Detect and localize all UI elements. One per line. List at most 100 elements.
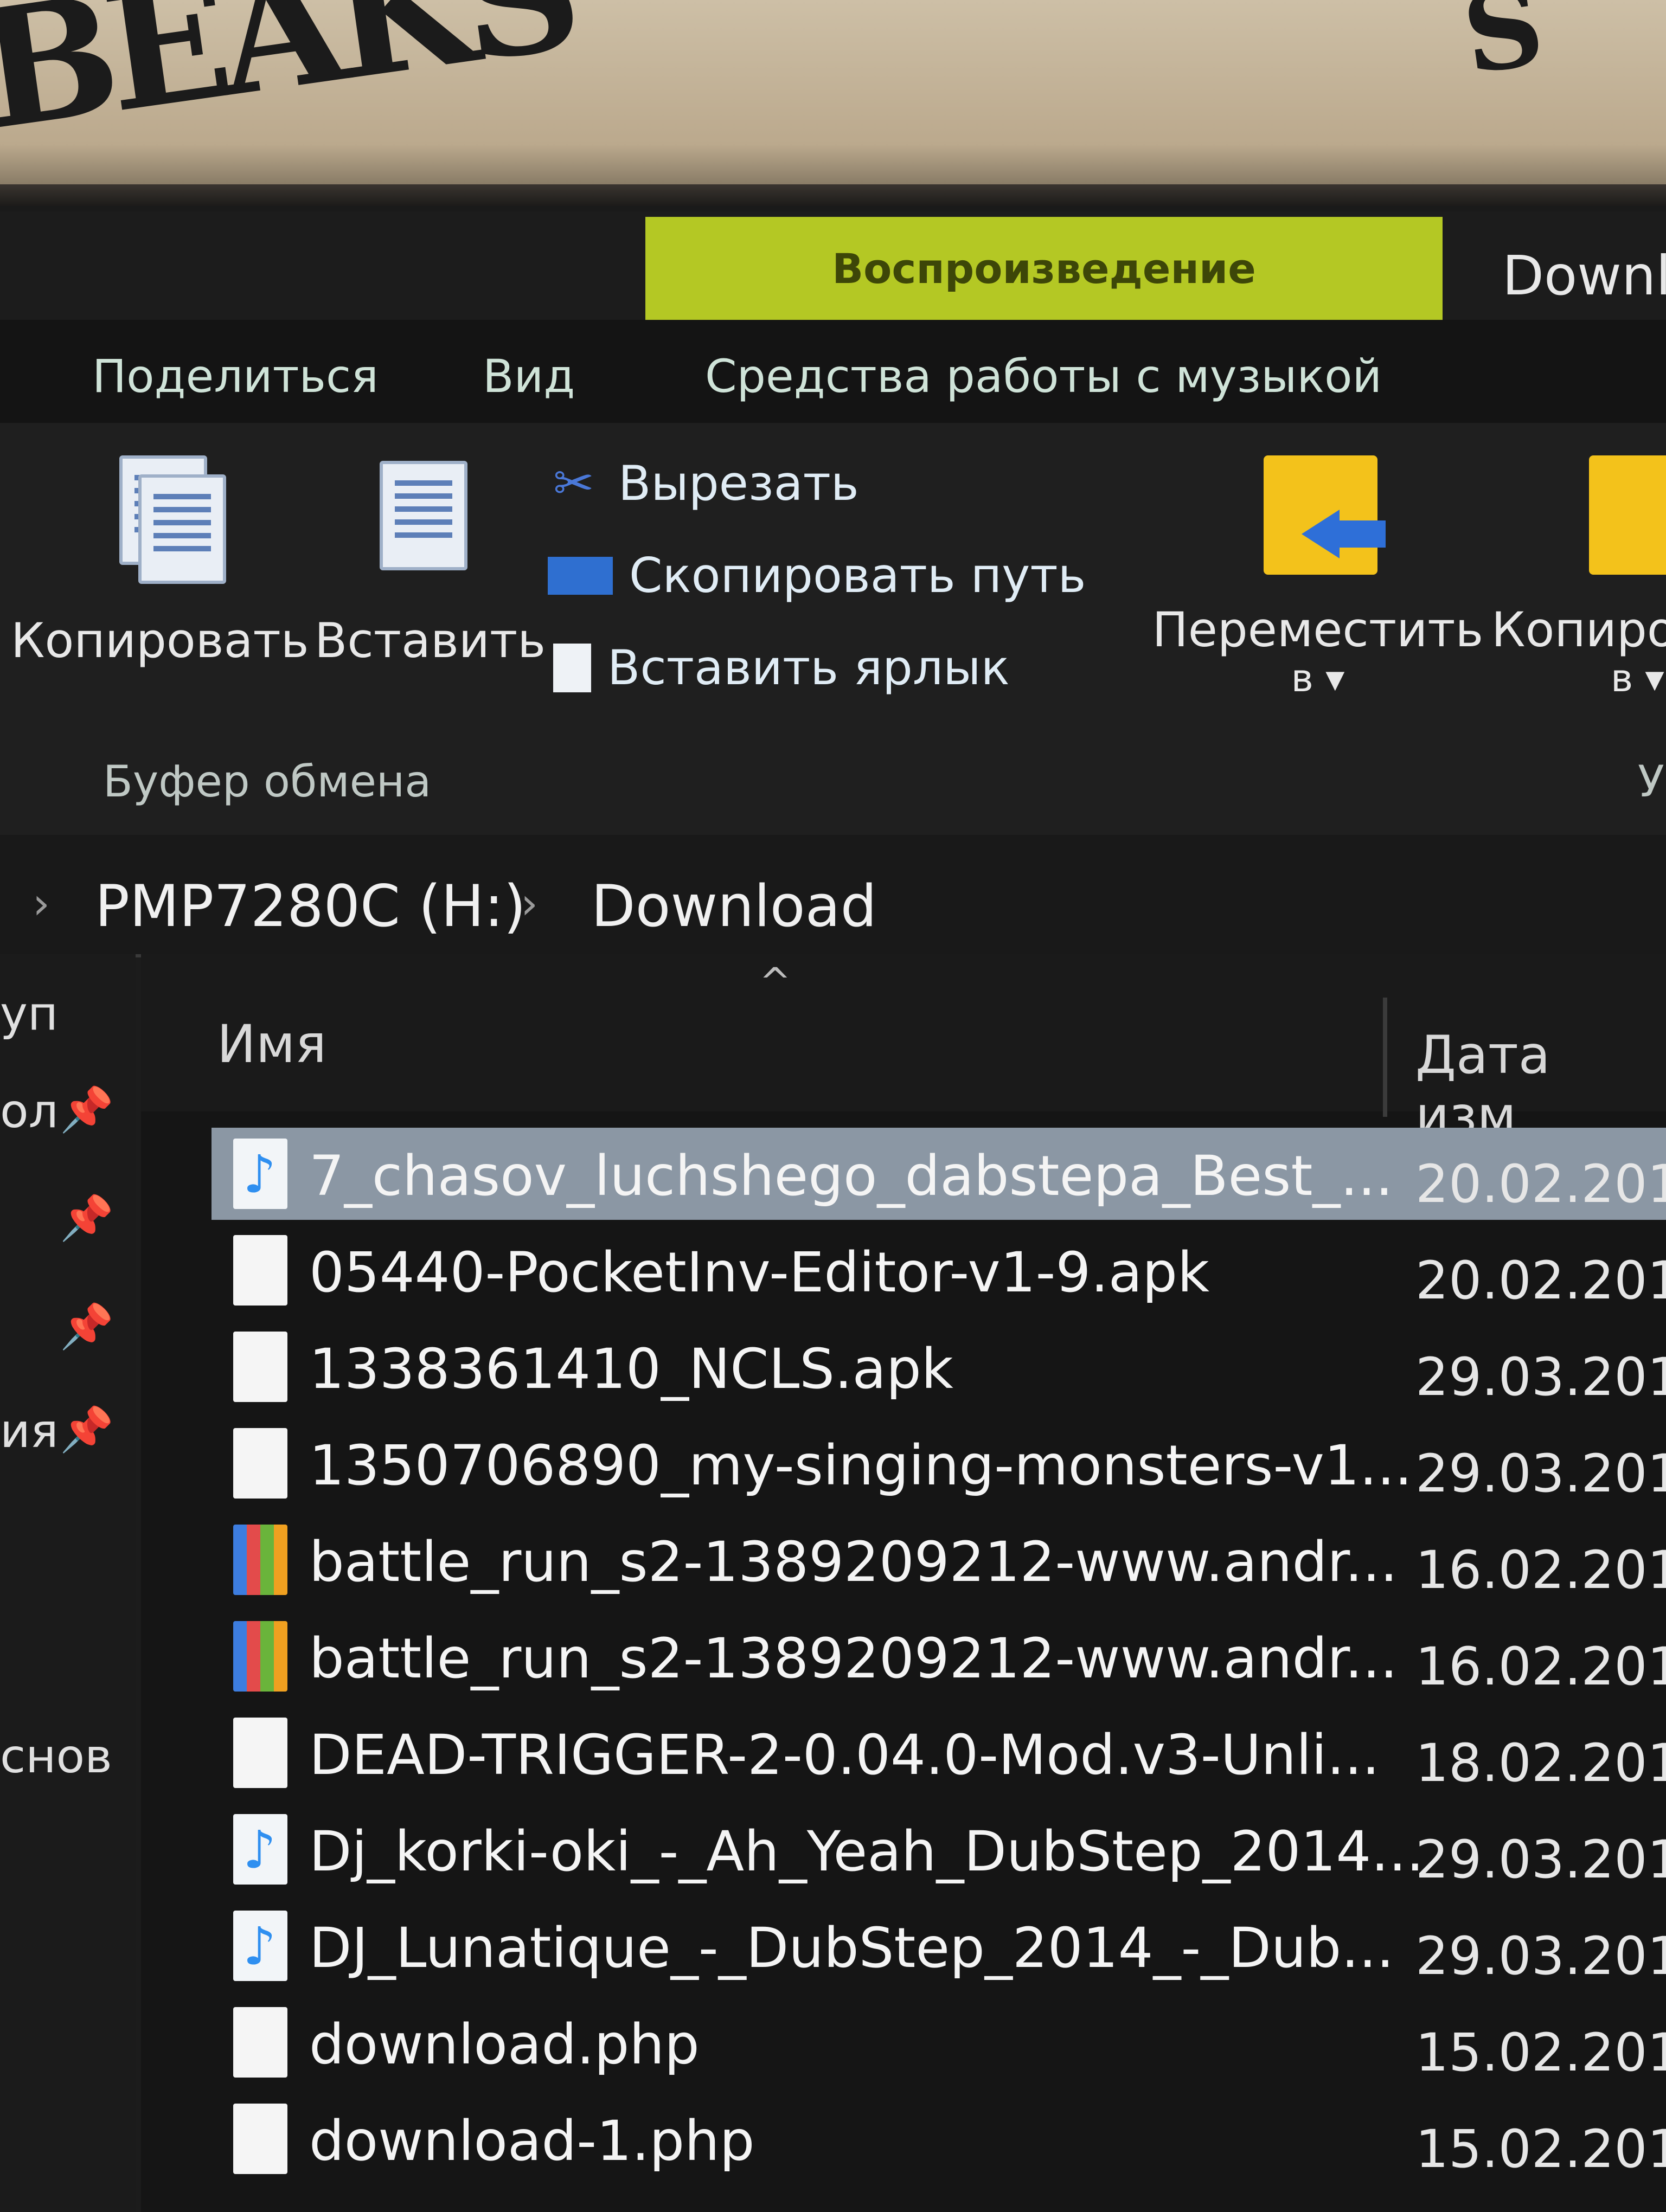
handwritten-scribble: BEAKS <box>0 0 581 167</box>
file-name: 1350706890_my-singing-monsters-v1... <box>309 1433 1413 1498</box>
file-row[interactable]: DEAD-TRIGGER-2-0.04.0-Mod.v3-Unli... 18.0… <box>212 1707 1666 1799</box>
column-header-bar: ^ Имя Дата изм <box>141 954 1666 1146</box>
column-header-name[interactable]: Имя <box>217 1014 326 1075</box>
file-row[interactable]: DJ_Lunatique_-_DubStep_2014_-_Dub... 29.0… <box>212 1900 1666 1992</box>
paste-icon <box>380 461 467 570</box>
move-to-label: Переместить <box>1152 602 1484 658</box>
tab-view[interactable]: Вид <box>483 350 575 403</box>
file-name: DJ_Lunatique_-_DubStep_2014_-_Dub... <box>309 1916 1394 1980</box>
tab-share[interactable]: Поделиться <box>92 350 379 403</box>
file-date: 20.02.201 <box>1415 1250 1666 1311</box>
copy-to-button[interactable]: Копиро в ▾ <box>1491 455 1666 726</box>
paste-label: Вставить <box>315 613 546 668</box>
file-date: 29.03.201 <box>1415 1829 1666 1890</box>
paste-button[interactable]: Вставить <box>309 455 546 699</box>
paste-shortcut-label: Вставить ярлык <box>607 640 1010 696</box>
file-row[interactable]: 05440-PocketInv-Editor-v1-9.apk 20.02.201 <box>212 1224 1666 1316</box>
folder-copy-icon <box>1589 455 1666 575</box>
file-date: 16.02.201 <box>1415 1540 1666 1600</box>
file-date: 15.02.201 <box>1415 2022 1666 2083</box>
chevron-right-icon: › <box>33 878 50 929</box>
paste-shortcut-button[interactable]: Вставить ярлык <box>553 640 1010 696</box>
file-name: battle_run_s2-1389209212-www.andr... <box>309 1530 1398 1594</box>
move-to-button[interactable]: Переместить в ▾ <box>1150 455 1486 726</box>
copy-path-icon <box>548 556 613 595</box>
arrow-left-icon <box>1302 510 1340 558</box>
nav-item-quick-access[interactable]: уп <box>0 987 58 1041</box>
explorer-window: Воспроизведение Downl Поделиться Вид Сре… <box>0 211 1666 2212</box>
file-row[interactable]: 1350706890_my-singing-monsters-v1... 29.0… <box>212 1417 1666 1509</box>
file-list: ^ Имя Дата изм 7_chasov_luchshego_dabste… <box>141 954 1666 2212</box>
blank-file-icon <box>233 2104 287 2174</box>
pin-icon: 📌 <box>60 1193 114 1243</box>
copy-path-button[interactable]: Скопировать путь <box>548 548 1086 603</box>
chevron-right-icon: › <box>521 878 538 929</box>
breadcrumb-download[interactable]: Download <box>591 873 877 940</box>
arrow-tail <box>1337 520 1386 548</box>
nav-item-desktop[interactable]: ол <box>0 1084 59 1139</box>
breadcrumb-drive[interactable]: PMP7280C (H:) <box>95 873 526 940</box>
copy-path-label: Скопировать путь <box>629 548 1086 603</box>
handwritten-scribble: S <box>1456 0 1541 99</box>
file-row[interactable]: download.php 15.02.201 <box>212 1996 1666 2088</box>
copy-button[interactable]: Копировать <box>11 455 315 699</box>
rar-archive-icon <box>233 1621 287 1692</box>
file-name: battle_run_s2-1389209212-www.andr... <box>309 1626 1398 1691</box>
tab-playback-label: Воспроизведение <box>832 244 1256 293</box>
blank-file-icon <box>233 2007 287 2078</box>
window-title: Downl <box>1502 244 1666 307</box>
blank-file-icon <box>233 1718 287 1788</box>
file-date: 18.02.201 <box>1415 1733 1666 1793</box>
pin-icon: 📌 <box>60 1404 114 1455</box>
copy-icon-back <box>138 474 226 584</box>
file-name: DEAD-TRIGGER-2-0.04.0-Mod.v3-Unli... <box>309 1723 1380 1787</box>
file-row[interactable]: Dj_korki-oki_-_Ah_Yeah_DubStep_2014...29… <box>212 1803 1666 1895</box>
folder-move-icon <box>1264 455 1386 575</box>
tab-music-tools[interactable]: Средства работы с музыкой <box>705 350 1382 403</box>
nav-item-pictures[interactable]: ия <box>0 1404 59 1458</box>
nav-item-basics[interactable]: снов <box>0 1729 112 1784</box>
audio-file-icon <box>233 1814 287 1885</box>
file-row[interactable]: 7_chasov_luchshego_dabstepa_Best_... 20.0… <box>212 1128 1666 1220</box>
file-row[interactable]: 1338361410_NCLS.apk 29.03.201 <box>212 1321 1666 1413</box>
blank-file-icon <box>233 1332 287 1402</box>
file-name: download.php <box>309 2012 700 2077</box>
copy-label: Копировать <box>11 613 309 668</box>
pin-icon: 📌 <box>60 1301 114 1352</box>
scissors-icon: ✂ <box>553 454 594 512</box>
file-date: 15.02.201 <box>1415 2119 1666 2179</box>
move-to-sub: в ▾ <box>1291 656 1345 700</box>
pin-icon: 📌 <box>60 1084 114 1135</box>
organize-group-label: У <box>1638 756 1664 807</box>
navigation-pane: уп ол 📌 📌 📌 ия 📌 снов <box>0 954 136 2212</box>
cut-label: Вырезать <box>618 455 859 511</box>
file-row[interactable]: battle_run_s2-1389209212-www.andr... 16.0… <box>212 1514 1666 1606</box>
physical-background: BEAKS S <box>0 0 1666 206</box>
file-row[interactable]: battle_run_s2-1389209212-www.andr... 16.0… <box>212 1610 1666 1702</box>
copy-to-label: Копиро <box>1491 602 1666 658</box>
file-date: 16.02.201 <box>1415 1636 1666 1697</box>
file-date: 29.03.201 <box>1415 1347 1666 1407</box>
file-row[interactable]: download-1.php 15.02.201 <box>212 2093 1666 2185</box>
column-divider[interactable] <box>1383 998 1387 1117</box>
ribbon-tab-bar: Поделиться Вид Средства работы с музыкой <box>0 320 1666 423</box>
blank-file-icon <box>233 1428 287 1499</box>
cut-button[interactable]: ✂ Вырезать <box>553 455 859 511</box>
file-name: 1338361410_NCLS.apk <box>309 1337 953 1401</box>
file-name: 05440-PocketInv-Editor-v1-9.apk <box>309 1240 1210 1305</box>
copy-to-sub: в ▾ <box>1611 656 1664 700</box>
ribbon: Копировать Вставить ✂ Вырезать Скопирова… <box>0 423 1666 837</box>
address-bar[interactable]: › PMP7280C (H:) › Download <box>0 835 1666 957</box>
blank-file-icon <box>233 1235 287 1306</box>
file-name: Dj_korki-oki_-_Ah_Yeah_DubStep_2014... <box>309 1819 1424 1884</box>
shortcut-icon <box>553 643 591 692</box>
monitor-bezel <box>0 184 1666 206</box>
tab-playback[interactable]: Воспроизведение <box>645 217 1443 320</box>
sort-ascending-icon: ^ <box>759 960 791 1004</box>
rar-archive-icon <box>233 1525 287 1595</box>
clipboard-group-label: Буфер обмена <box>103 756 432 807</box>
file-name: download-1.php <box>309 2109 755 2174</box>
file-date: 29.03.201 <box>1415 1443 1666 1504</box>
file-name: 7_chasov_luchshego_dabstepa_Best_... <box>309 1144 1393 1208</box>
audio-file-icon <box>233 1911 287 1981</box>
